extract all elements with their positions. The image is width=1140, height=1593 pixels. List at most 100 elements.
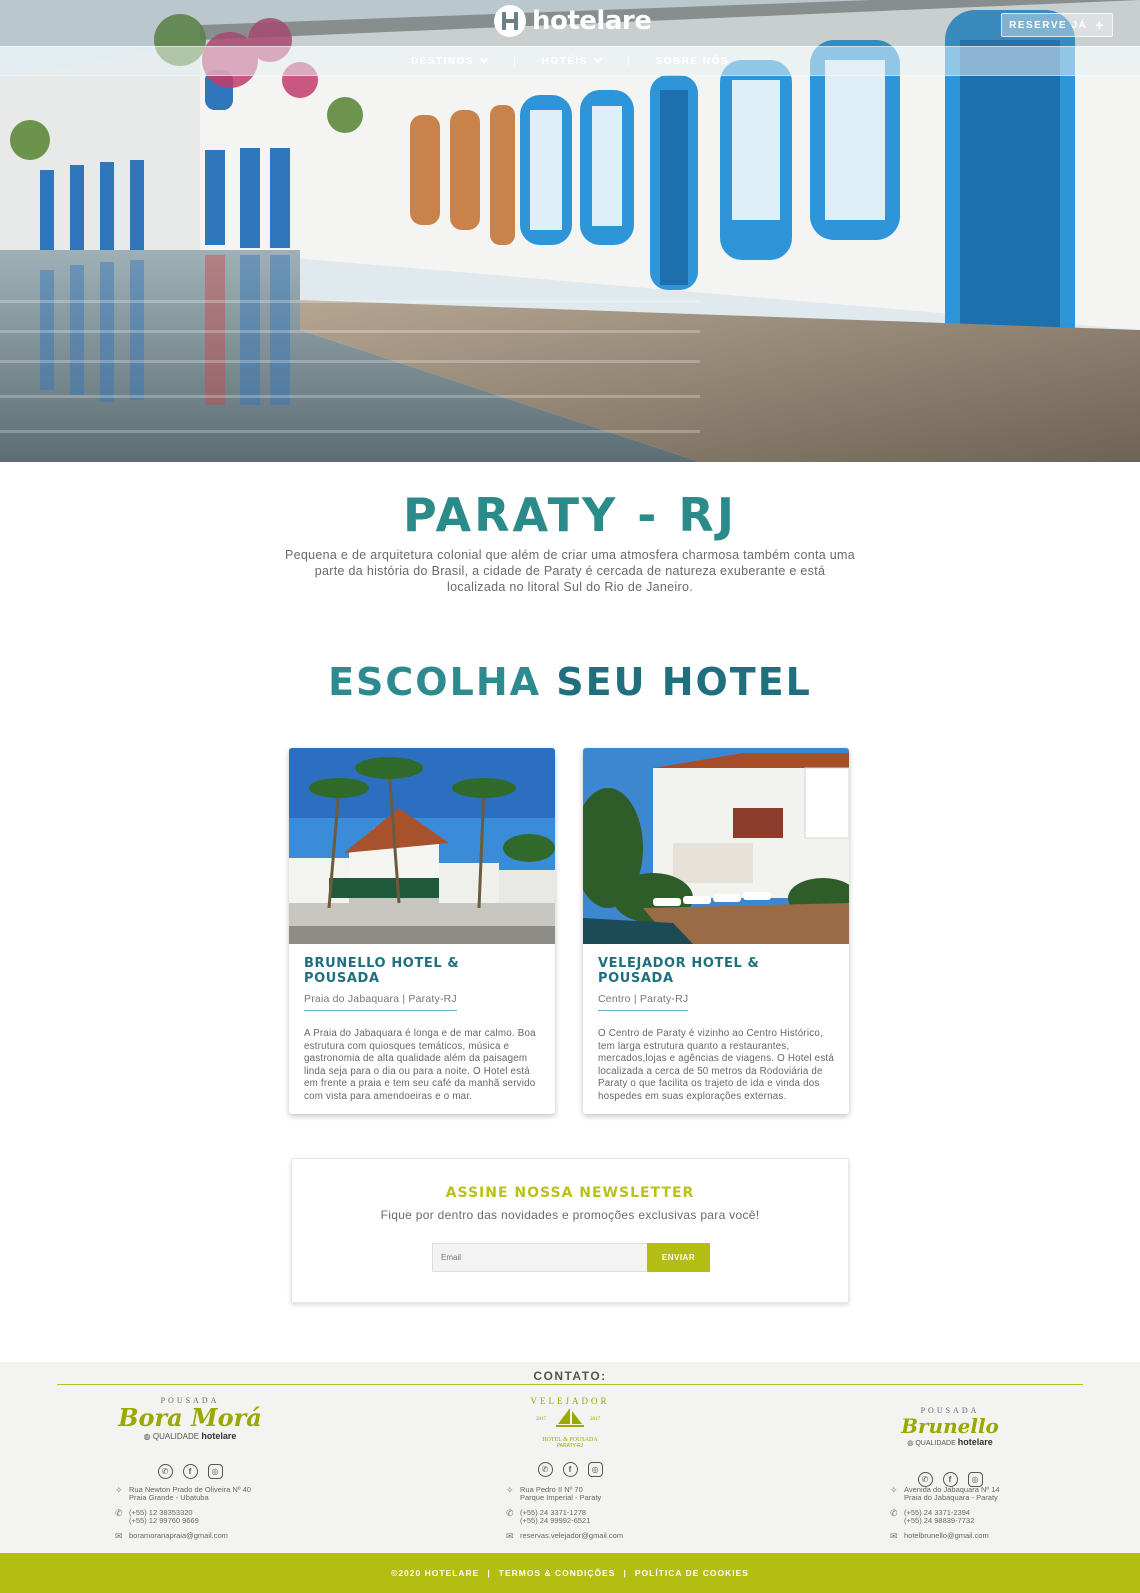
newsletter-box: ASSINE NOSSA NEWSLETTER Fique por dentro… [291,1158,849,1303]
newsletter-email-input[interactable] [432,1243,648,1272]
plus-icon: + [1095,17,1105,33]
contact-info: ✧ Rua Newton Prado de Oliveira Nº 40 Prai… [115,1486,251,1547]
destination-description: Pequena e de arquitetura colonial que al… [285,548,855,594]
footer-contact-brunello: POUSADA Brunello ◍ QUALIDADE hotelare ✆ … [890,1396,1140,1541]
facebook-icon[interactable]: f [182,1464,198,1479]
phone-icon: ✆ [506,1508,514,1518]
hotel-location: Centro | Paraty-RJ [598,993,689,1011]
nav-item-sobre-nos[interactable]: SOBRE NÓS [656,56,730,67]
pin-icon: ✧ [115,1485,123,1495]
reserve-button[interactable]: RESERVE JÁ + [1001,13,1113,37]
phone-row: ✆ (+55) 24 3371-1278 (+55) 24 99992-6521 [506,1509,623,1525]
contact-info: ✧ Avenida do Jabaquara Nº 14 Praia do Jab… [890,1486,1000,1547]
address-line: Praia do Jabaquara - Paraty [904,1493,998,1502]
phone-icon: ✆ [115,1508,123,1518]
address-line: Praia Grande - Ubatuba [129,1493,209,1502]
brand-year-right: 2017 [590,1417,601,1422]
nav-item-hoteis[interactable]: HOTÉIS [541,54,603,67]
velejador-logo[interactable]: VELEJADOR 2017 2017 HOTEL & POUSADA PARA… [506,1396,634,1456]
hotel-name[interactable]: BRUNELLO HOTEL & POUSADA [304,956,540,986]
brand-quality: ◍ QUALIDADE hotelare [890,1437,1010,1447]
contact-title: CONTATO: [533,1369,607,1383]
chevron-down-icon [479,54,489,64]
brand-name: Bora Morá [118,1403,262,1432]
mail-icon: ✉ [115,1531,123,1541]
brand-by: hotelare [201,1431,237,1441]
phone-number[interactable]: (+55) 24 98839-7732 [904,1517,974,1525]
social-links: ✆ f ◎ [506,1462,634,1477]
brunello-logo[interactable]: POUSADA Brunello ◍ QUALIDADE hotelare [890,1406,1010,1466]
mail-icon: ✉ [890,1531,898,1541]
terms-link[interactable]: TERMOS & CONDIÇÕES [499,1568,616,1578]
newsletter-subtitle: Fique por dentro das novidades e promoçõ… [380,1208,760,1222]
hotel-description: O Centro de Paraty é vizinho ao Centro H… [598,1028,834,1102]
nav-item-label: SOBRE NÓS [655,55,730,67]
brand-quality-label: QUALIDADE [915,1440,956,1447]
phone-row: ✆ (+55) 12 38353320 (+55) 12 99760 9669 [115,1509,251,1525]
hotel-photo-brunello[interactable] [289,748,555,944]
email-link[interactable]: reservas.velejador@gmail.com [520,1532,623,1540]
email-row: ✉ hotelbrunello@gmail.com [890,1531,1000,1541]
email-row: ✉ reservas.velejador@gmail.com [506,1531,623,1541]
nav-item-label: HOTÉIS [541,55,588,67]
nav-separator: | [626,55,630,67]
nav-item-destinos[interactable]: DESTINOS [410,54,489,67]
facebook-icon[interactable]: f [562,1462,578,1477]
address-row: ✧ Avenida do Jabaquara Nº 14 Praia do Jab… [890,1486,1000,1502]
phone-number[interactable]: (+55) 12 99760 9669 [129,1517,199,1525]
cookies-link[interactable]: POLÍTICA DE COOKIES [635,1568,749,1578]
hotel-card-velejador[interactable]: VELEJADOR HOTEL & POUSADA Centro | Parat… [583,748,849,1114]
brand-by: hotelare [957,1437,993,1447]
footer-contact-velejador: VELEJADOR 2017 2017 HOTEL & POUSADA PARA… [506,1396,806,1541]
footer-contact-bora-mora: POUSADA Bora Morá ◍ QUALIDADE hotelare ✆… [115,1396,415,1541]
hotel-location: Praia do Jabaquara | Paraty-RJ [304,993,457,1011]
contact-info: ✧ Rua Pedro II Nº 70 Parque Imperial - Pa… [506,1486,623,1547]
brand-name: Brunello [901,1414,999,1438]
footer-separator: | [487,1568,491,1578]
brand-year-left: 2017 [536,1417,547,1422]
mail-icon: ✉ [506,1531,514,1541]
newsletter-submit-button[interactable]: ENVIAR [647,1243,710,1272]
hero-banner: hotelare RESERVE JÁ + DESTINOS | HOTÉIS … [0,0,1140,462]
globe-icon: ◍ [143,1432,153,1441]
reserve-label: RESERVE JÁ [1009,19,1088,31]
phone-icon: ✆ [890,1508,898,1518]
social-links: ✆ f ◎ [115,1464,265,1479]
whatsapp-icon[interactable]: ✆ [537,1462,553,1477]
logo-text: hotelare [532,6,652,36]
brand-small: VELEJADOR [530,1396,610,1406]
footer-separator: | [623,1568,627,1578]
hotelare-logo-icon [494,5,526,37]
email-row: ✉ boramoranapraia@gmail.com [115,1531,251,1541]
nav-item-label: DESTINOS [410,55,475,67]
hotel-name[interactable]: VELEJADOR HOTEL & POUSADA [598,956,834,986]
instagram-icon[interactable]: ◎ [587,1462,603,1477]
hotels-section-title: ESCOLHA SEU HOTEL [0,660,1140,704]
brand-quality: ◍ QUALIDADE hotelare [115,1431,265,1441]
copyright-bar: ©2020 HOTELARE | TERMOS & CONDIÇÕES | PO… [0,1553,1140,1593]
hotel-photo-velejador[interactable] [583,748,849,944]
address-row: ✧ Rua Newton Prado de Oliveira Nº 40 Prai… [115,1486,251,1502]
main-nav: DESTINOS | HOTÉIS | SOBRE NÓS [0,46,1140,76]
brand-quality-label: QUALIDADE [152,1432,200,1441]
pin-icon: ✧ [890,1485,898,1495]
chevron-down-icon [593,54,603,64]
hotel-description: A Praia do Jabaquara é longa e de mar ca… [304,1028,536,1102]
instagram-icon[interactable]: ◎ [207,1464,223,1479]
hotelare-logo[interactable]: hotelare [494,4,652,38]
email-link[interactable]: hotelbrunello@gmail.com [904,1532,989,1540]
destination-title: PARATY - RJ [403,488,737,542]
brand-tag: PARATY-RJ [556,1443,584,1449]
phone-number[interactable]: (+55) 24 99992-6521 [520,1517,590,1525]
hotel-card-brunello[interactable]: BRUNELLO HOTEL & POUSADA Praia do Jabaqu… [289,748,555,1114]
section-title-part2: SEU HOTEL [556,660,812,704]
footer-divider [57,1384,1083,1385]
address-line: Parque Imperial - Paraty [520,1493,602,1502]
nav-separator: | [513,55,516,67]
copyright-text: ©2020 HOTELARE [391,1568,480,1578]
email-link[interactable]: boramoranapraia@gmail.com [129,1532,228,1540]
whatsapp-icon[interactable]: ✆ [157,1464,173,1479]
section-title-part1: ESCOLHA [328,660,542,704]
bora-mora-logo[interactable]: POUSADA Bora Morá ◍ QUALIDADE hotelare [115,1396,265,1456]
phone-row: ✆ (+55) 24 3371-2394 (+55) 24 98839-7732 [890,1509,1000,1525]
